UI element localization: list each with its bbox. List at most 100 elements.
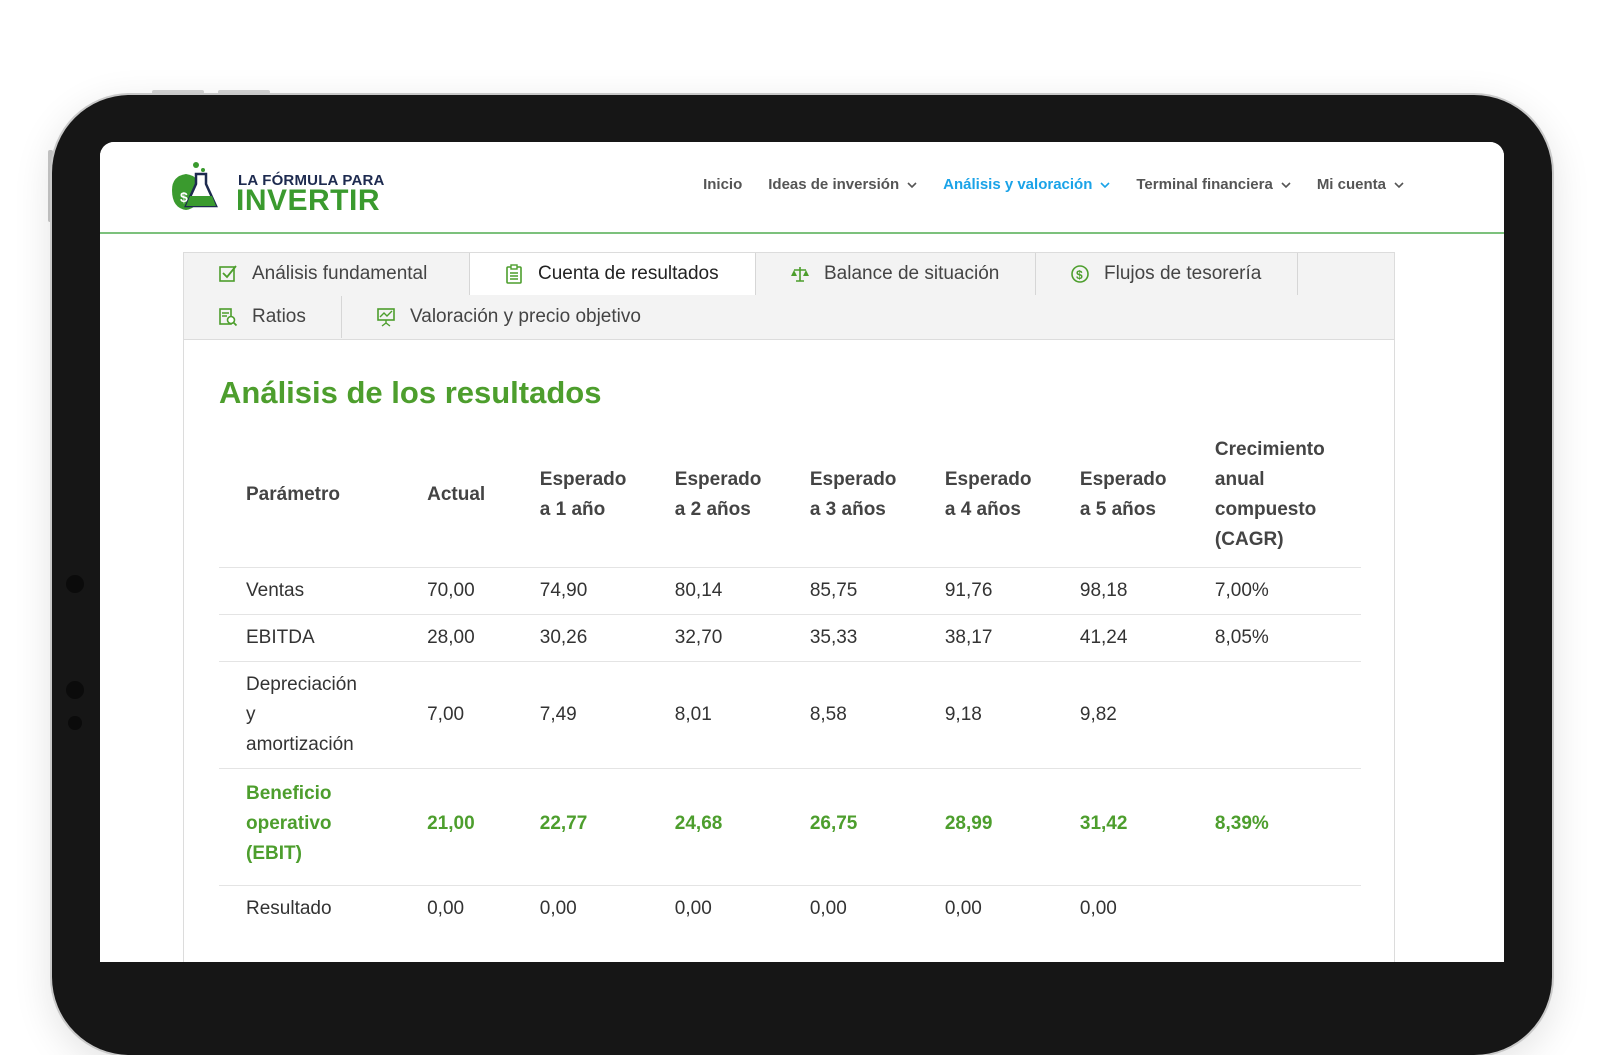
svg-text:$: $ [1076,268,1083,282]
chevron-down-icon [1394,181,1404,188]
tab-balance-situacion[interactable]: Balance de situación [756,253,1036,295]
column-header-text: Esperado a 3 años [809,469,897,520]
column-header: Esperado a 4 años [918,435,1053,568]
tab-ratios[interactable]: Ratios [184,296,342,338]
table-cell: 8,58 [782,661,918,769]
table-cell: 7,00% [1187,567,1361,615]
table-row: Resultado 0,00 0,00 0,00 0,00 0,00 0,00 [219,885,1361,932]
table-cell: 24,68 [647,768,783,886]
table-header-row: Parámetro Actual Esperado a 1 año Espera… [219,435,1361,568]
device-camera-dot-1 [66,575,84,593]
checkbox-icon [219,265,237,282]
column-header: Parámetro [246,484,340,505]
table-cell: 0,00 [647,885,783,932]
logo-line-2: INVERTIR [236,184,381,217]
table-cell: 74,90 [512,567,648,615]
table-cell: 38,17 [917,614,1053,662]
table-cell: 9,18 [917,661,1053,769]
table-cell: 0,00 [782,885,918,932]
chart-presentation-icon [377,308,395,327]
table-cell [1187,661,1361,769]
table-cell: 91,76 [917,567,1053,615]
tab-label: Ratios [252,306,306,327]
device-top-button-2 [218,90,270,94]
table-cell: 8,01 [647,661,783,769]
chevron-down-icon [1281,181,1291,188]
screen: $ LA FÓRMULA PARA INVERTIR Inicio Ideas … [100,142,1504,962]
table-cell: Ventas [219,567,401,615]
table-row: Ventas 70,00 74,90 80,14 85,75 91,76 98,… [219,567,1361,615]
column-header-text: Crecimiento anual compuesto (CAGR) [1214,439,1325,550]
table-cell: 22,77 [512,768,648,886]
nav-item-label: Inicio [703,176,743,193]
table-cell: 0,00 [1052,885,1188,932]
tab-cuenta-resultados[interactable]: Cuenta de resultados [470,253,756,295]
table-cell: 0,00 [400,885,513,932]
table-cell: 8,39% [1187,768,1361,886]
nav-item-label: Terminal financiera [1136,176,1273,193]
table-cell: 32,70 [647,614,783,662]
table-cell: 80,14 [647,567,783,615]
column-header: Esperado a 1 año [513,435,648,568]
analysis-panel: Análisis fundamental Cuenta de resultado… [183,252,1395,962]
device-camera-dot-2 [66,681,84,699]
nav-item-label: Mi cuenta [1316,176,1386,193]
table-cell-text: Beneficio operativo (EBIT) [246,783,332,864]
device-top-button-1 [152,90,204,94]
chevron-down-icon [907,181,917,188]
nav-item-label: Análisis y valoración [943,176,1093,193]
main-nav: Inicio Ideas de inversión Análisis y val… [703,176,1404,193]
table-cell: Depreciación y amortización [219,661,401,769]
tab-bar: Análisis fundamental Cuenta de resultado… [184,253,1394,340]
tab-flujos-tesoreria[interactable]: $ Flujos de tesorería [1036,253,1298,295]
nav-item-mi-cuenta[interactable]: Mi cuenta [1317,176,1404,193]
tab-analisis-fundamental[interactable]: Análisis fundamental [184,253,470,295]
site-header: $ LA FÓRMULA PARA INVERTIR Inicio Ideas … [100,142,1504,234]
column-header: Esperado a 2 años [648,435,783,568]
results-table: Parámetro Actual Esperado a 1 año Espera… [219,435,1361,932]
dollar-circle-icon: $ [1071,265,1089,283]
device-camera-dot-3 [68,716,82,730]
clipboard-icon [506,264,522,284]
table-cell: 28,99 [917,768,1053,886]
column-header: Esperado a 5 años [1053,435,1188,568]
table-cell: 31,42 [1052,768,1188,886]
table-cell: 9,82 [1052,661,1188,769]
money-flask-icon: $ [172,162,218,210]
table-cell: 0,00 [917,885,1053,932]
table-cell: 98,18 [1052,567,1188,615]
table-cell: 7,00 [400,661,513,769]
table-row: EBITDA 28,00 30,26 32,70 35,33 38,17 41,… [219,614,1361,662]
column-header: Esperado a 3 años [783,435,918,568]
column-header: Actual [427,484,486,505]
nav-item-ideas[interactable]: Ideas de inversión [768,176,917,193]
tab-label: Flujos de tesorería [1104,263,1262,284]
table-row-highlight: Beneficio operativo (EBIT) 21,00 22,77 2… [219,768,1361,886]
tab-valoracion-precio[interactable]: Valoración y precio objetivo [342,296,702,338]
table-cell: 30,26 [512,614,648,662]
table-cell: 7,49 [512,661,648,769]
document-search-icon [219,308,238,327]
table-row: Depreciación y amortización 7,00 7,49 8,… [219,661,1361,769]
table-cell-text: Depreciación y amortización [246,674,357,755]
column-header-text: Esperado a 2 años [674,469,762,520]
table-cell: 28,00 [400,614,513,662]
chevron-down-icon [1100,181,1110,188]
table-cell: EBITDA [219,614,401,662]
section-title: Análisis de los resultados [219,375,602,410]
tab-label: Valoración y precio objetivo [410,306,641,327]
nav-item-terminal[interactable]: Terminal financiera [1136,176,1291,193]
table-cell: 85,75 [782,567,918,615]
column-header-text: Esperado a 5 años [1079,469,1167,520]
nav-item-analisis[interactable]: Análisis y valoración [943,176,1110,193]
table-cell: 70,00 [400,567,513,615]
logo[interactable]: $ LA FÓRMULA PARA INVERTIR [168,160,388,217]
table-cell: 41,24 [1052,614,1188,662]
table-cell: Beneficio operativo (EBIT) [219,768,401,886]
column-header: Crecimiento anual compuesto (CAGR) [1188,435,1361,568]
scale-icon [791,267,809,282]
table-cell: 26,75 [782,768,918,886]
tab-label: Análisis fundamental [252,263,428,284]
tab-label: Balance de situación [824,263,1000,284]
nav-item-inicio[interactable]: Inicio [703,176,742,193]
